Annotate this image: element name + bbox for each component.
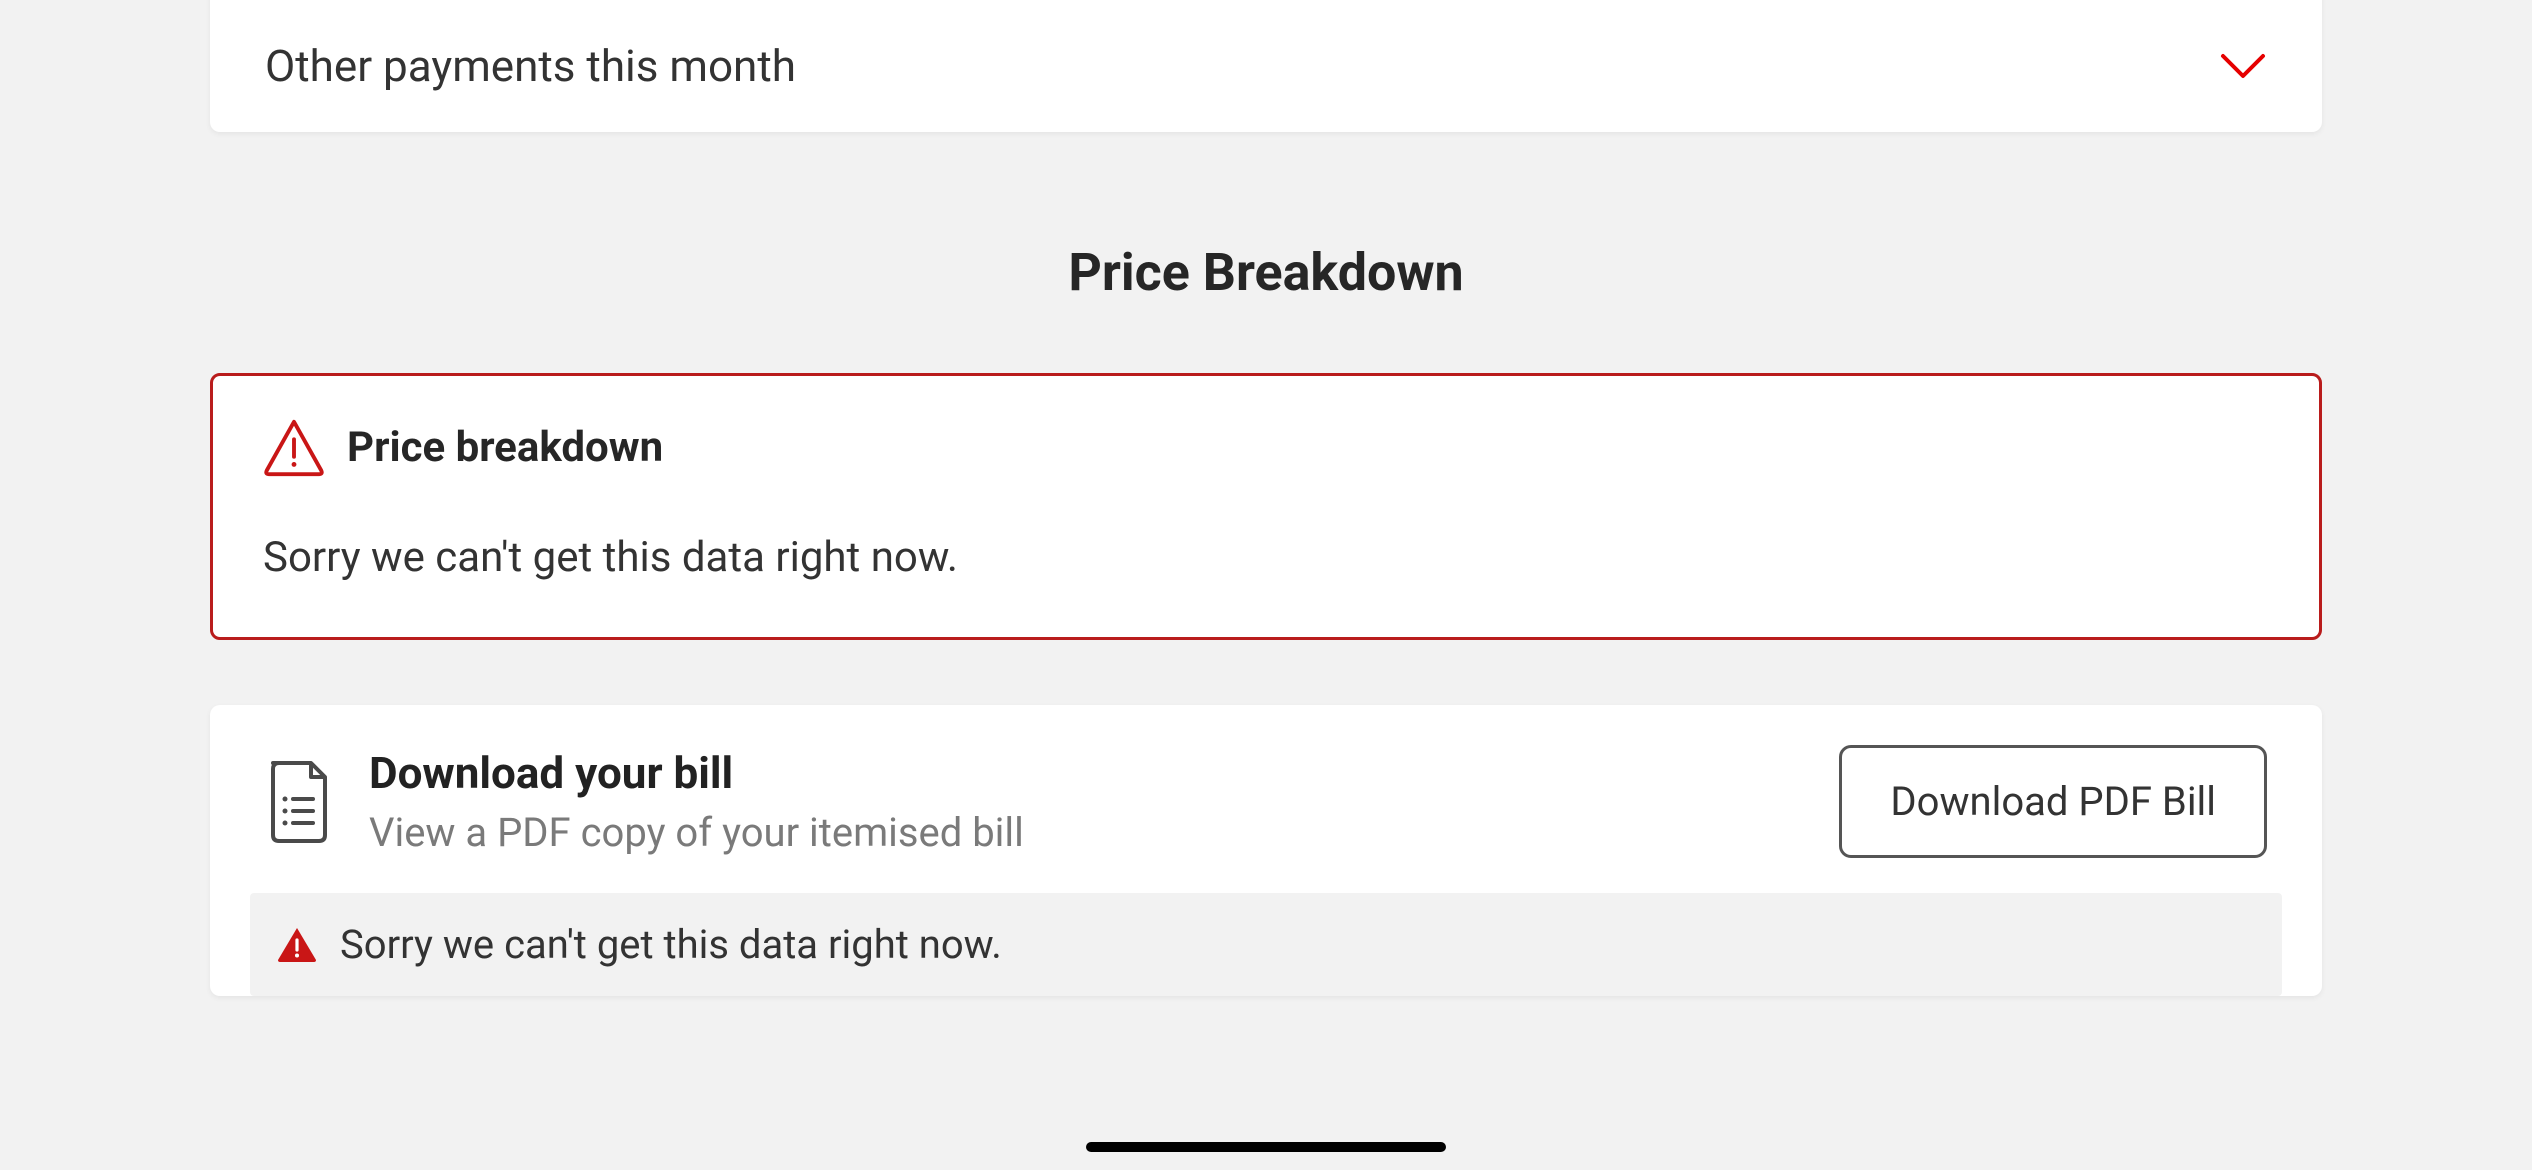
download-text-block: Download your bill View a PDF copy of yo…	[369, 747, 1803, 856]
download-row: Download your bill View a PDF copy of yo…	[250, 745, 2282, 893]
other-payments-label: Other payments this month	[265, 40, 796, 92]
chevron-down-icon	[2219, 52, 2267, 80]
alert-message: Sorry we can't get this data right now.	[263, 533, 2269, 582]
download-error-strip: Sorry we can't get this data right now.	[250, 893, 2282, 996]
warning-triangle-icon	[263, 416, 325, 478]
warning-solid-icon	[278, 928, 316, 962]
price-breakdown-heading: Price Breakdown	[210, 242, 2322, 303]
document-icon	[265, 761, 333, 843]
alert-header: Price breakdown	[263, 416, 2269, 478]
other-payments-accordion[interactable]: Other payments this month	[210, 0, 2322, 132]
download-bill-card: Download your bill View a PDF copy of yo…	[210, 705, 2322, 996]
download-error-text: Sorry we can't get this data right now.	[340, 921, 1002, 968]
download-title: Download your bill	[369, 747, 1803, 799]
price-breakdown-alert: Price breakdown Sorry we can't get this …	[210, 373, 2322, 640]
other-payments-card: Other payments this month	[210, 0, 2322, 132]
download-pdf-button[interactable]: Download PDF Bill	[1839, 745, 2267, 858]
download-subtitle: View a PDF copy of your itemised bill	[369, 809, 1803, 856]
home-indicator[interactable]	[1086, 1142, 1446, 1152]
alert-title: Price breakdown	[347, 423, 663, 472]
